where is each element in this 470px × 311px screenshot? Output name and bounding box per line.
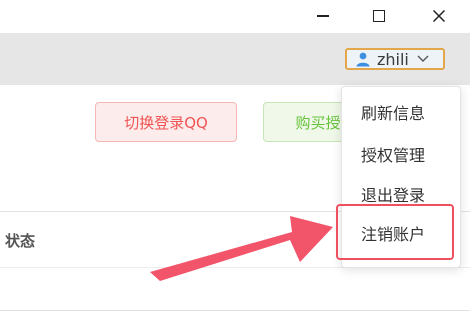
delete-account-highlight bbox=[336, 204, 454, 260]
menu-item-refresh-info[interactable]: 刷新信息 bbox=[361, 100, 425, 124]
title-bar bbox=[0, 0, 470, 33]
menu-item-license-management[interactable]: 授权管理 bbox=[361, 142, 425, 166]
user-menu-button[interactable]: zhili bbox=[345, 48, 445, 70]
menu-item-logout[interactable]: 退出登录 bbox=[361, 182, 425, 206]
user-icon bbox=[356, 52, 370, 67]
switch-login-label: 切换登录QQ bbox=[124, 113, 208, 132]
username-label: zhili bbox=[377, 49, 409, 69]
minimize-icon bbox=[317, 15, 329, 17]
close-button[interactable] bbox=[423, 3, 455, 29]
chevron-down-icon bbox=[417, 55, 429, 62]
buy-label: 购买授 bbox=[295, 113, 341, 132]
maximize-button[interactable] bbox=[363, 3, 395, 29]
minimize-button[interactable] bbox=[307, 3, 339, 29]
column-header-status: 状态 bbox=[5, 232, 36, 250]
maximize-icon bbox=[373, 10, 385, 22]
close-icon bbox=[433, 10, 445, 22]
switch-login-qq-button[interactable]: 切换登录QQ bbox=[95, 102, 237, 142]
